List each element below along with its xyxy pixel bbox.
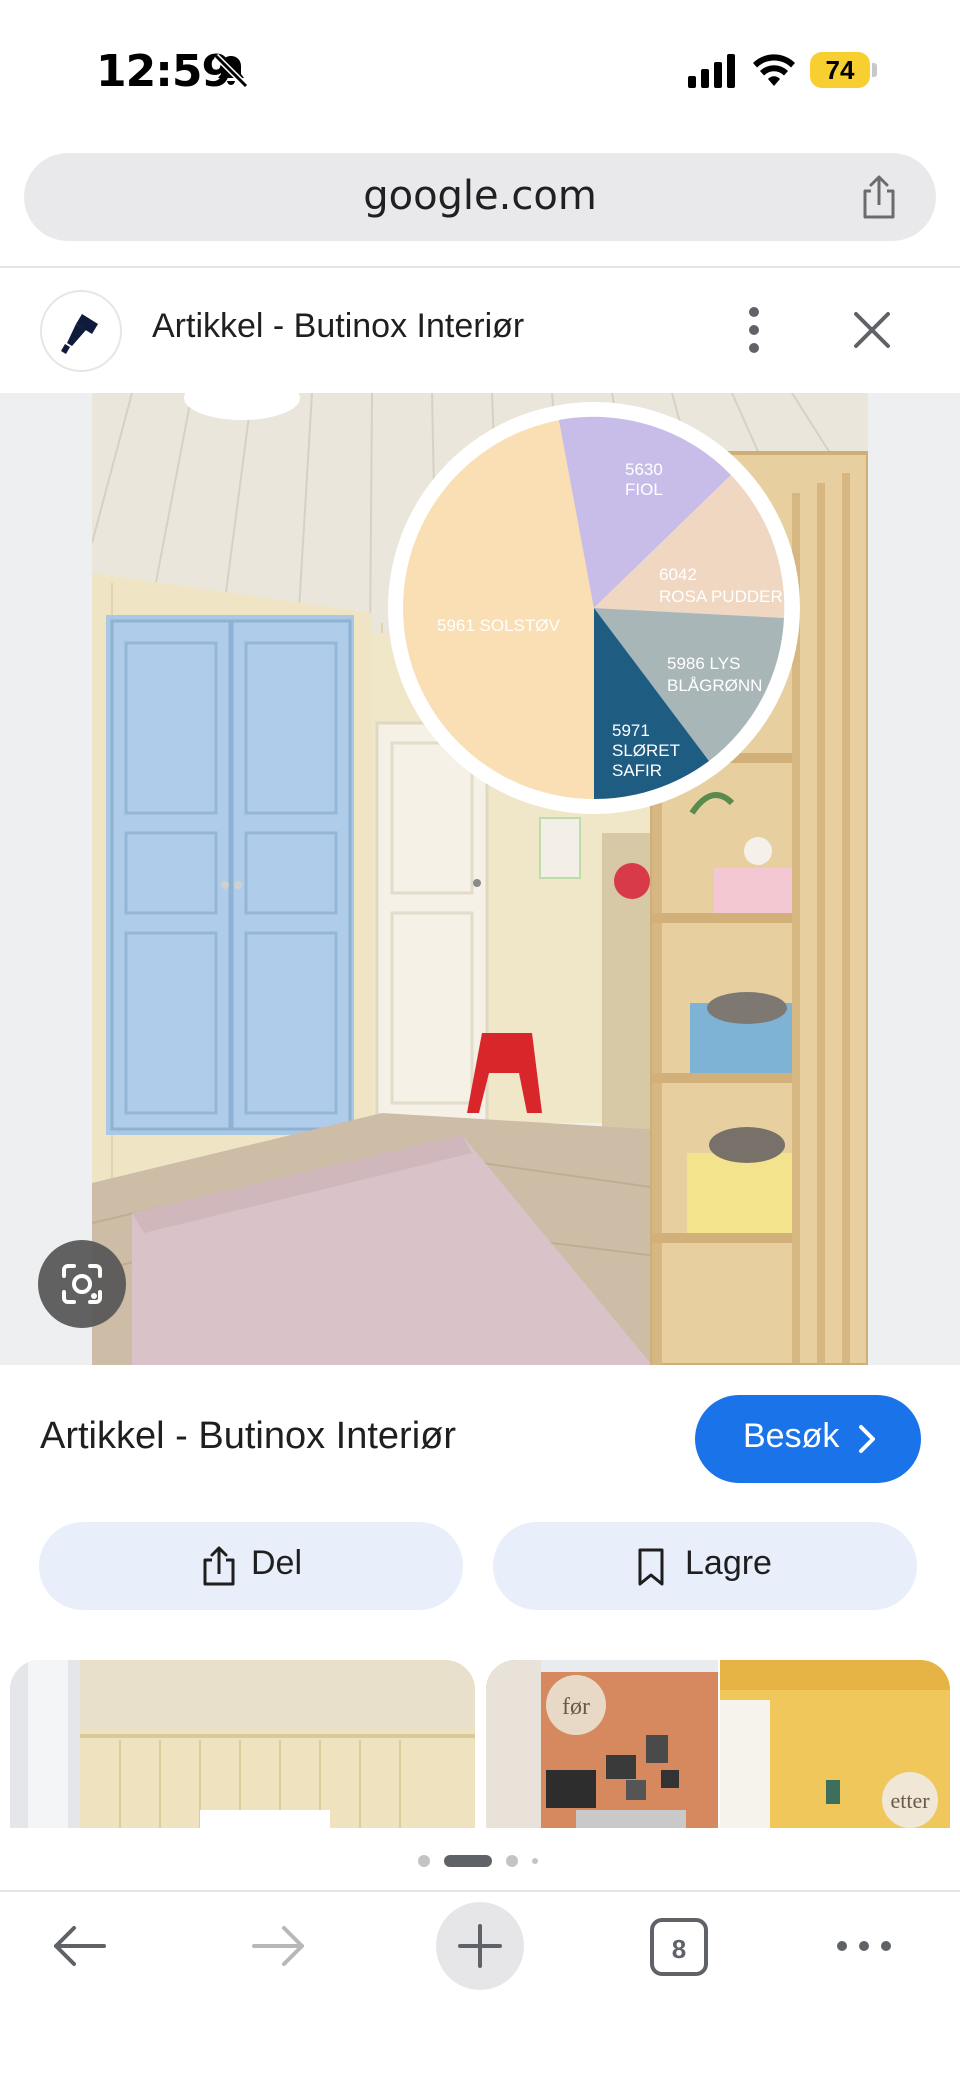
label-blagronn-name: BLÅGRØNN <box>667 676 762 695</box>
before-label: før <box>562 1694 590 1720</box>
url-text[interactable]: google.com <box>24 173 936 219</box>
tabs-button[interactable]: 8 <box>650 1918 708 1976</box>
result-title[interactable]: Artikkel - Butinox Interiør <box>40 1415 456 1458</box>
bookmark-icon <box>638 1548 664 1586</box>
status-bar: 12:59 74 <box>0 0 960 140</box>
related-image-1[interactable] <box>10 1660 475 1828</box>
room-photo: 5961 SOLSTØV 5630 FIOL 6042 ROSA PUDDER … <box>92 393 868 1365</box>
label-safir-code: 5971 <box>612 721 650 740</box>
palette-pie-chart: 5961 SOLSTØV 5630 FIOL 6042 ROSA PUDDER … <box>388 402 800 814</box>
page-dot <box>418 1855 430 1867</box>
page-dot-active <box>444 1855 492 1867</box>
label-safir-name-2: SAFIR <box>612 761 662 780</box>
page-dot <box>532 1858 538 1864</box>
share-icon[interactable] <box>854 173 904 223</box>
plus-icon <box>458 1924 502 1968</box>
bell-slash-icon <box>213 53 249 89</box>
label-rosa-code: 6042 <box>659 565 697 584</box>
visit-button[interactable]: Besøk <box>695 1395 921 1483</box>
cellular-icon <box>688 54 735 88</box>
label-fiol-code: 5630 <box>625 460 663 479</box>
save-label: Lagre <box>685 1544 772 1582</box>
battery-tip <box>872 63 877 77</box>
label-safir-name-1: SLØRET <box>612 741 680 760</box>
thumbnail-room-1 <box>10 1660 475 1828</box>
save-button[interactable]: Lagre <box>493 1522 917 1610</box>
share-icon <box>203 1546 235 1586</box>
page-dot <box>506 1855 518 1867</box>
address-bar[interactable]: google.com <box>24 153 936 241</box>
lens-button[interactable] <box>38 1240 126 1328</box>
site-logo <box>40 290 122 372</box>
divider <box>0 266 960 268</box>
paint-roller-icon <box>61 314 98 354</box>
battery-level: 74 <box>825 55 855 85</box>
back-arrow-icon[interactable] <box>48 1918 110 1974</box>
wifi-icon <box>753 54 795 86</box>
label-rosa-name: ROSA PUDDER <box>659 587 783 606</box>
lens-icon <box>62 1264 102 1304</box>
label-solstov: 5961 SOLSTØV <box>437 616 561 635</box>
visit-label: Besøk <box>743 1417 840 1455</box>
more-vert-icon[interactable] <box>738 300 770 360</box>
tab-count: 8 <box>671 1934 687 1964</box>
pagination-dots <box>418 1852 548 1870</box>
share-label: Del <box>251 1544 303 1582</box>
label-blagronn-code: 5986 LYS <box>667 654 740 673</box>
battery-indicator: 74 <box>810 52 870 88</box>
site-title: Artikkel - Butinox Interiør <box>152 307 525 345</box>
share-button[interactable]: Del <box>39 1522 463 1610</box>
related-image-2[interactable]: før etter <box>486 1660 950 1828</box>
thumbnail-before-after: før etter <box>486 1660 950 1828</box>
after-label: etter <box>890 1788 930 1813</box>
close-icon[interactable] <box>848 306 896 354</box>
new-tab-button[interactable] <box>436 1902 524 1990</box>
forward-arrow-icon[interactable] <box>248 1918 310 1974</box>
divider <box>0 1890 960 1892</box>
result-image[interactable]: 5961 SOLSTØV 5630 FIOL 6042 ROSA PUDDER … <box>92 393 868 1365</box>
label-fiol-name: FIOL <box>625 480 663 499</box>
chevron-right-icon <box>859 1425 875 1453</box>
more-horiz-icon[interactable] <box>834 1932 894 1960</box>
